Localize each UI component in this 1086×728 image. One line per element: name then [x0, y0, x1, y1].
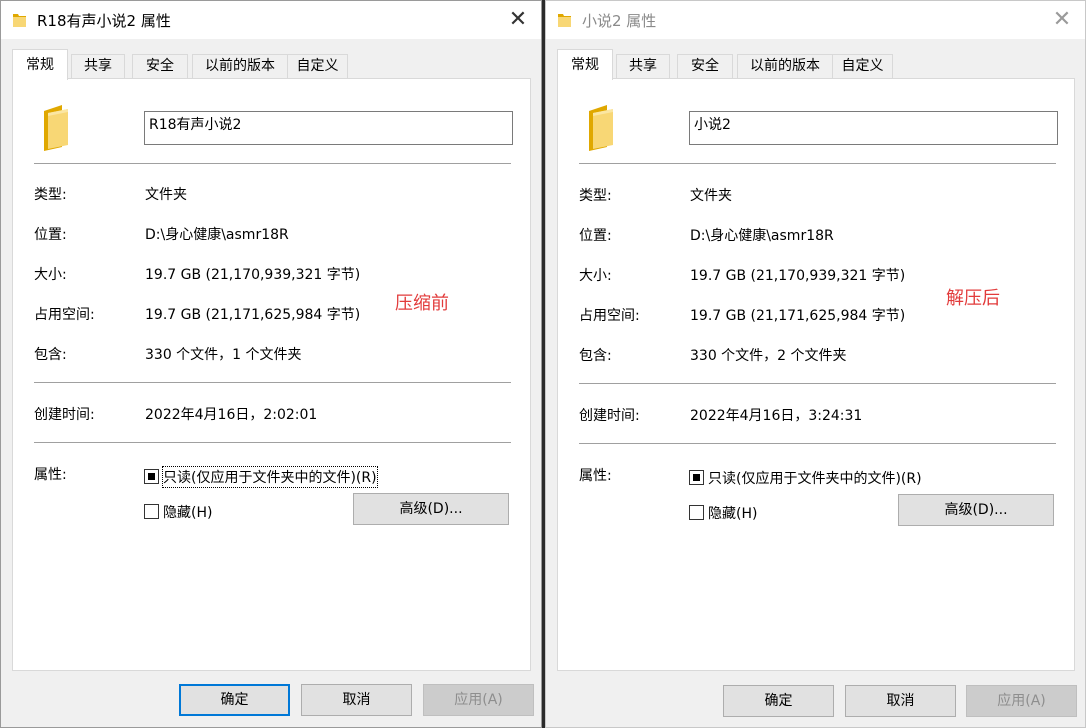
properties-dialog-right: 小说2 属性 ✕ 常规 共享 安全 以前的版本 自定义 小说2 类型: 文件夹 … — [545, 0, 1086, 728]
tab-previous-versions[interactable]: 以前的版本 — [192, 54, 288, 79]
cancel-button[interactable]: 取消 — [301, 684, 412, 716]
title-bar[interactable]: 小说2 属性 ✕ — [546, 1, 1085, 39]
advanced-button[interactable]: 高级(D)... — [898, 494, 1054, 526]
tab-security[interactable]: 安全 — [677, 54, 733, 79]
tab-customize[interactable]: 自定义 — [832, 54, 893, 79]
size-label: 大小: — [34, 267, 67, 283]
folder-icon — [13, 14, 26, 27]
contains-label: 包含: — [34, 347, 67, 363]
readonly-label: 只读(仅应用于文件夹中的文件)(R) — [708, 471, 922, 487]
size-on-disk-value: 19.7 GB (21,171,625,984 字节) — [690, 308, 906, 324]
apply-button[interactable]: 应用(A) — [966, 685, 1077, 717]
location-value: D:\身心健康\asmr18R — [690, 228, 834, 244]
tab-general[interactable]: 常规 — [12, 49, 68, 80]
hidden-label: 隐藏(H) — [163, 505, 213, 521]
created-label: 创建时间: — [34, 407, 95, 423]
readonly-label: 只读(仅应用于文件夹中的文件)(R) — [162, 466, 378, 488]
cancel-button[interactable]: 取消 — [845, 685, 956, 717]
size-label: 大小: — [579, 268, 612, 284]
attributes-label: 属性: — [34, 467, 67, 483]
type-label: 类型: — [579, 188, 612, 204]
tab-sharing[interactable]: 共享 — [616, 54, 670, 79]
size-on-disk-value: 19.7 GB (21,171,625,984 字节) — [145, 307, 361, 323]
ok-button[interactable]: 确定 — [179, 684, 290, 716]
readonly-checkbox[interactable] — [689, 470, 704, 485]
close-button[interactable]: ✕ — [1039, 1, 1085, 39]
size-value: 19.7 GB (21,170,939,321 字节) — [145, 267, 361, 283]
hidden-label: 隐藏(H) — [708, 506, 758, 522]
contains-value: 330 个文件，1 个文件夹 — [145, 347, 302, 363]
annotation-before-compress: 压缩前 — [395, 293, 449, 314]
tab-previous-versions[interactable]: 以前的版本 — [737, 54, 833, 79]
general-panel: 小说2 类型: 文件夹 位置: D:\身心健康\asmr18R 大小: 19.7… — [557, 78, 1075, 671]
separator — [34, 163, 511, 164]
advanced-button[interactable]: 高级(D)... — [353, 493, 509, 525]
annotation-after-extract: 解压后 — [946, 288, 1000, 309]
large-folder-icon — [44, 105, 68, 151]
hidden-checkbox[interactable] — [144, 504, 159, 519]
type-value: 文件夹 — [145, 187, 187, 203]
ok-button[interactable]: 确定 — [723, 685, 834, 717]
contains-label: 包含: — [579, 348, 612, 364]
folder-name-input[interactable]: R18有声小说2 — [144, 111, 513, 145]
location-value: D:\身心健康\asmr18R — [145, 227, 289, 243]
properties-dialog-left: R18有声小说2 属性 ✕ 常规 共享 安全 以前的版本 自定义 R18有声小说… — [0, 0, 542, 728]
separator — [34, 382, 511, 383]
hidden-checkbox[interactable] — [689, 505, 704, 520]
separator — [34, 442, 511, 443]
separator — [579, 163, 1056, 164]
size-value: 19.7 GB (21,170,939,321 字节) — [690, 268, 906, 284]
created-value: 2022年4月16日，3:24:31 — [690, 408, 863, 424]
readonly-checkbox-row[interactable]: 只读(仅应用于文件夹中的文件)(R) — [144, 466, 394, 488]
location-label: 位置: — [34, 227, 67, 243]
title-bar[interactable]: R18有声小说2 属性 ✕ — [1, 1, 541, 39]
location-label: 位置: — [579, 228, 612, 244]
window-title: R18有声小说2 属性 — [37, 12, 171, 30]
window-title: 小说2 属性 — [582, 12, 657, 30]
type-value: 文件夹 — [690, 188, 732, 204]
tab-general[interactable]: 常规 — [557, 49, 613, 80]
tab-customize[interactable]: 自定义 — [287, 54, 348, 79]
contains-value: 330 个文件，2 个文件夹 — [690, 348, 847, 364]
size-on-disk-label: 占用空间: — [579, 308, 640, 324]
readonly-checkbox-row[interactable]: 只读(仅应用于文件夹中的文件)(R) — [689, 468, 939, 488]
separator — [579, 383, 1056, 384]
general-panel: R18有声小说2 类型: 文件夹 位置: D:\身心健康\asmr18R 大小:… — [12, 78, 531, 671]
apply-button[interactable]: 应用(A) — [423, 684, 534, 716]
hidden-checkbox-row[interactable]: 隐藏(H) — [144, 502, 224, 522]
separator — [579, 443, 1056, 444]
large-folder-icon — [589, 105, 613, 151]
close-button[interactable]: ✕ — [495, 1, 541, 39]
attributes-label: 属性: — [579, 468, 612, 484]
tab-security[interactable]: 安全 — [132, 54, 188, 79]
size-on-disk-label: 占用空间: — [34, 307, 95, 323]
type-label: 类型: — [34, 187, 67, 203]
created-label: 创建时间: — [579, 408, 640, 424]
folder-name-input[interactable]: 小说2 — [689, 111, 1058, 145]
tab-sharing[interactable]: 共享 — [71, 54, 125, 79]
created-value: 2022年4月16日，2:02:01 — [145, 407, 318, 423]
readonly-checkbox[interactable] — [144, 469, 159, 484]
folder-icon — [558, 14, 571, 27]
hidden-checkbox-row[interactable]: 隐藏(H) — [689, 503, 769, 523]
